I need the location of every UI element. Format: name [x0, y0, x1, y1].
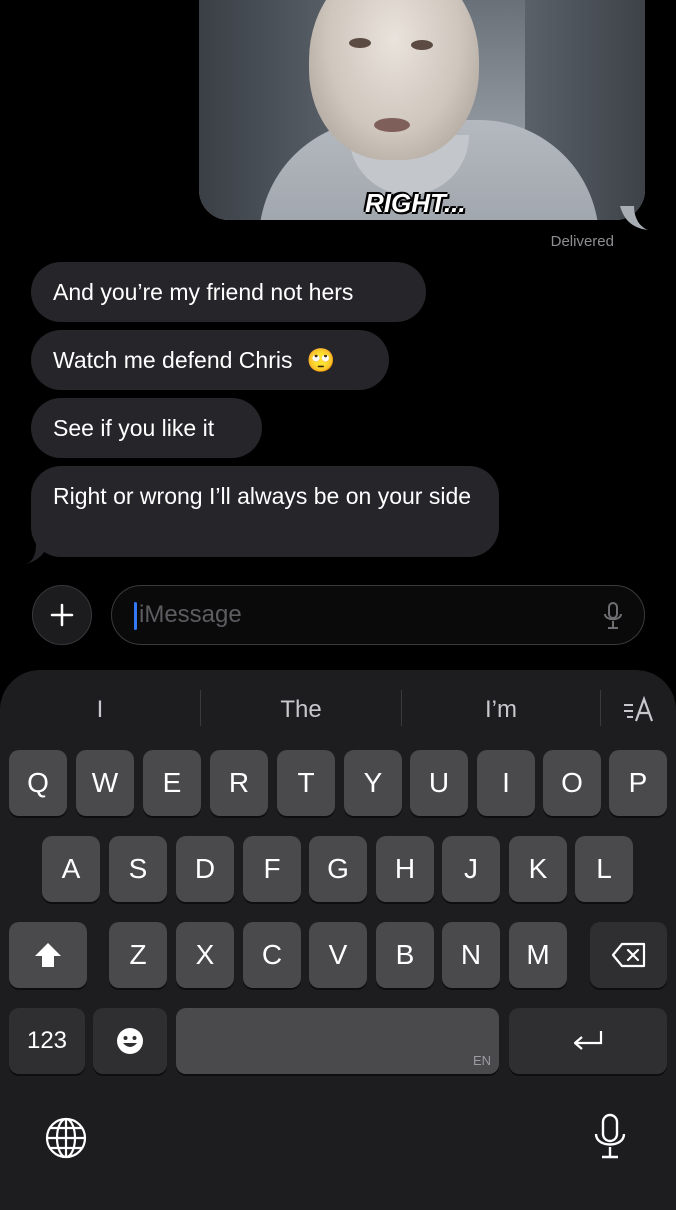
shift-icon [35, 943, 61, 967]
key-w[interactable]: W [76, 750, 134, 816]
suggestion-divider [600, 690, 601, 726]
suggestion-item[interactable]: The [201, 692, 401, 728]
message-bubble[interactable]: Right or wrong I’ll always be on your si… [31, 466, 499, 557]
microphone-icon[interactable] [592, 1112, 628, 1162]
suggestion-item[interactable]: I’m [402, 692, 600, 728]
key-g[interactable]: G [309, 836, 367, 902]
delete-key[interactable] [590, 922, 667, 988]
key-f[interactable]: F [243, 836, 301, 902]
message-text: And you’re my friend not hers [53, 279, 354, 305]
message-text: Right or wrong I’ll always be on your si… [53, 483, 472, 509]
image-figure-mouth [374, 118, 410, 132]
message-text: Watch me defend Chris [53, 347, 293, 373]
image-message[interactable]: RIGHT... [199, 0, 645, 220]
key-e[interactable]: E [143, 750, 201, 816]
image-figure-eye [349, 38, 371, 48]
numbers-key[interactable]: 123 [9, 1008, 85, 1074]
key-i[interactable]: I [477, 750, 535, 816]
key-p[interactable]: P [609, 750, 667, 816]
message-bubble[interactable]: And you’re my friend not hers [31, 262, 426, 322]
key-r[interactable]: R [210, 750, 268, 816]
microphone-icon[interactable] [602, 601, 624, 631]
return-key[interactable] [509, 1008, 667, 1074]
key-c[interactable]: C [243, 922, 301, 988]
message-bubble[interactable]: See if you like it [31, 398, 262, 458]
key-z[interactable]: Z [109, 922, 167, 988]
keyboard-language-label: EN [472, 1053, 491, 1068]
key-u[interactable]: U [410, 750, 468, 816]
key-s[interactable]: S [109, 836, 167, 902]
space-key[interactable]: EN [176, 1008, 499, 1074]
emoji-key[interactable] [93, 1008, 167, 1074]
key-a[interactable]: A [42, 836, 100, 902]
key-x[interactable]: X [176, 922, 234, 988]
keyboard: I The I’m Q W E R T Y U I O P A S D F G … [0, 670, 676, 1210]
image-figure-eye [411, 40, 433, 50]
key-q[interactable]: Q [9, 750, 67, 816]
key-k[interactable]: K [509, 836, 567, 902]
bubble-tail [620, 206, 648, 230]
key-o[interactable]: O [543, 750, 601, 816]
message-text: See if you like it [53, 415, 215, 441]
text-cursor [134, 602, 137, 630]
message-placeholder: iMessage [139, 601, 242, 628]
key-v[interactable]: V [309, 922, 367, 988]
key-y[interactable]: Y [344, 750, 402, 816]
text-format-icon [624, 695, 654, 722]
eye-roll-emoji: 🙄 [306, 347, 336, 373]
return-icon [573, 1031, 603, 1050]
bubble-tail [26, 540, 50, 564]
plus-icon [50, 603, 74, 627]
key-h[interactable]: H [376, 836, 434, 902]
shift-key[interactable] [9, 922, 87, 988]
delivery-status: Delivered [550, 233, 614, 250]
key-n[interactable]: N [442, 922, 500, 988]
add-attachment-button[interactable] [32, 585, 92, 645]
key-d[interactable]: D [176, 836, 234, 902]
key-m[interactable]: M [509, 922, 567, 988]
image-figure-head [309, 0, 479, 160]
message-bubble[interactable]: Watch me defend Chris 🙄 [31, 330, 389, 390]
delete-icon [611, 942, 645, 968]
image-caption: RIGHT... [365, 188, 466, 218]
key-t[interactable]: T [277, 750, 335, 816]
key-b[interactable]: B [376, 922, 434, 988]
message-input[interactable]: iMessage [111, 585, 645, 645]
suggestion-item[interactable]: I [0, 692, 200, 728]
emoji-icon [117, 1028, 143, 1054]
globe-icon[interactable] [44, 1116, 88, 1160]
key-l[interactable]: L [575, 836, 633, 902]
text-format-button[interactable] [612, 692, 666, 728]
key-j[interactable]: J [442, 836, 500, 902]
